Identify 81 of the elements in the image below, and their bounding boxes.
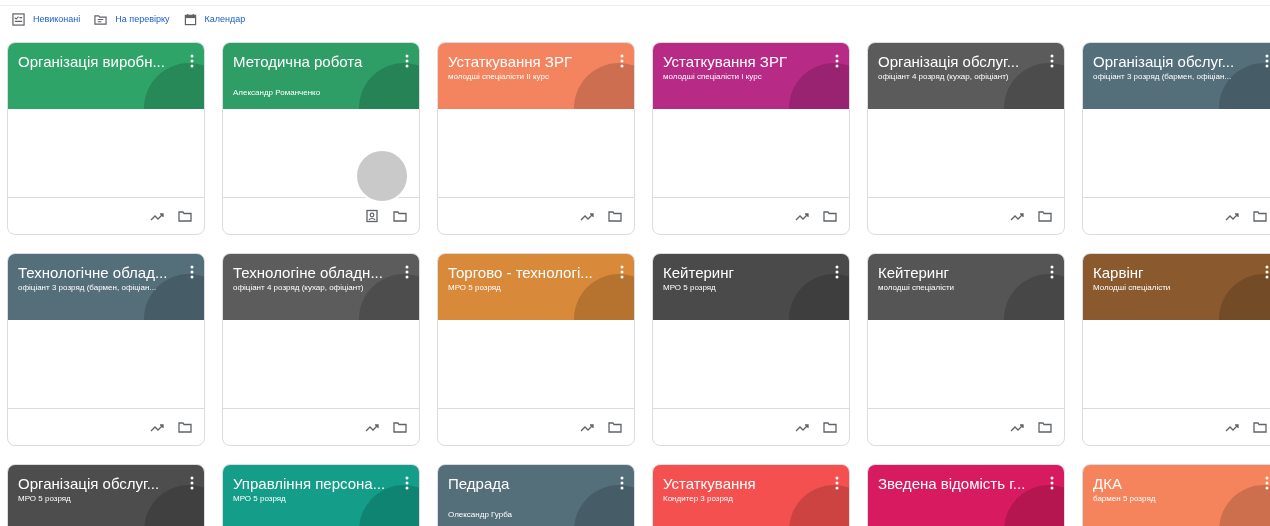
folder-icon[interactable]	[823, 420, 837, 434]
class-section: МРО 5 розряд	[663, 283, 716, 292]
class-section: Кондитер 3 розряд	[663, 494, 733, 503]
folder-icon[interactable]	[1253, 420, 1267, 434]
person-badge-icon[interactable]	[365, 209, 379, 223]
more-icon[interactable]	[1050, 265, 1054, 279]
class-title[interactable]: Кейтеринг	[663, 264, 734, 281]
class-section: Молодші спеціалісти	[1093, 283, 1171, 292]
more-icon[interactable]	[1265, 265, 1269, 279]
class-card[interactable]: Управління персона... МРО 5 розряд	[222, 464, 420, 526]
class-card[interactable]: Устаткування ЗРГ молодші спеціалісти І курс	[652, 42, 850, 235]
class-section: молодші спеціалісти	[878, 283, 955, 292]
class-card[interactable]: Педрада Олександр Гурба	[437, 464, 635, 526]
teacher-name: Олександр Гурба	[448, 510, 513, 519]
class-card[interactable]: Устаткування Кондитер 3 розряд	[652, 464, 850, 526]
class-card[interactable]: Організація обслуг... офіціант 3 розряд (бармен, офіціан...	[1082, 42, 1270, 235]
class-title[interactable]: Управління персона...	[233, 475, 386, 492]
more-icon[interactable]	[190, 476, 194, 490]
calendar-icon	[183, 12, 197, 26]
class-section: офіціант 4 розряд (кухар, офіціант)	[878, 72, 1009, 81]
class-card[interactable]: Кейтеринг молодші спеціалісти	[867, 253, 1065, 446]
folder-icon[interactable]	[1038, 420, 1052, 434]
class-title[interactable]: Організація обслуг...	[18, 475, 160, 492]
class-card[interactable]: Технологіне обладн... офіціант 4 розряд (кухар, офіціант)	[222, 253, 420, 446]
more-icon[interactable]	[405, 54, 409, 68]
class-card[interactable]: Організація виробн...	[7, 42, 205, 235]
class-section: МРО 5 розряд	[233, 494, 286, 503]
class-section: МРО 5 розряд	[18, 494, 71, 503]
more-icon[interactable]	[835, 476, 839, 490]
folder-icon[interactable]	[608, 420, 622, 434]
class-card[interactable]: Організація обслуг... МРО 5 розряд	[7, 464, 205, 526]
class-section: молодші спеціалісти ІІ курс	[448, 72, 549, 81]
nav-link[interactable]: Невиконані	[12, 12, 81, 26]
more-icon[interactable]	[835, 265, 839, 279]
more-icon[interactable]	[1050, 54, 1054, 68]
folder-icon[interactable]	[393, 420, 407, 434]
more-icon[interactable]	[1050, 476, 1054, 490]
folder-icon[interactable]	[1038, 209, 1052, 223]
nav-link[interactable]: На перевірку	[94, 12, 170, 26]
folder-icon[interactable]	[393, 209, 407, 223]
teacher-name: Александр Романченко	[233, 88, 321, 97]
class-card[interactable]: Карвінг Молодші спеціалісти	[1082, 253, 1270, 446]
class-section: офіціант 4 розряд (кухар, офіціант)	[233, 283, 364, 292]
folder-icon	[94, 12, 108, 26]
folder-icon[interactable]	[1253, 209, 1267, 223]
class-section: офіціант 3 розряд (бармен, офіціан...	[18, 283, 157, 292]
class-section: МРО 5 розряд	[448, 283, 501, 292]
class-title[interactable]: Організація обслуг...	[1093, 53, 1235, 70]
class-title[interactable]: Організація виробн...	[18, 53, 165, 70]
class-card[interactable]: Зведена відомість г...	[867, 464, 1065, 526]
class-title[interactable]: Карвінг	[1093, 264, 1144, 281]
folder-icon[interactable]	[608, 209, 622, 223]
class-title[interactable]: Устаткування ЗРГ	[663, 53, 788, 70]
folder-icon[interactable]	[178, 420, 192, 434]
class-title[interactable]: Організація обслуг...	[878, 53, 1020, 70]
class-title[interactable]: Кейтеринг	[878, 264, 949, 281]
class-title[interactable]: Зведена відомість г...	[878, 475, 1026, 492]
more-icon[interactable]	[405, 265, 409, 279]
checklist-icon	[12, 12, 25, 26]
nav-link[interactable]: Календар	[183, 12, 246, 26]
class-section: молодші спеціалісти І курс	[663, 72, 762, 81]
more-icon[interactable]	[405, 476, 409, 490]
class-card[interactable]: Кейтеринг МРО 5 розряд	[652, 253, 850, 446]
more-icon[interactable]	[190, 265, 194, 279]
more-icon[interactable]	[1265, 54, 1269, 68]
more-icon[interactable]	[620, 476, 624, 490]
class-card[interactable]: Організація обслуг... офіціант 4 розряд (кухар, офіціант)	[867, 42, 1065, 235]
folder-icon[interactable]	[823, 209, 837, 223]
class-section: бармен 5 розряд	[1093, 494, 1156, 503]
class-card[interactable]: Технологічне облад... офіціант 3 розряд (бармен, офіціан...	[7, 253, 205, 446]
class-card[interactable]: Методична робота Александр Романченко	[222, 42, 420, 235]
folder-icon[interactable]	[178, 209, 192, 223]
class-title[interactable]: Технологіне обладн...	[233, 264, 383, 281]
class-title[interactable]: Торгово - технологі...	[448, 264, 593, 281]
class-title[interactable]: Педрада	[448, 475, 510, 492]
class-title[interactable]: Технологічне облад...	[18, 264, 168, 281]
class-card[interactable]: Торгово - технологі... МРО 5 розряд	[437, 253, 635, 446]
class-title[interactable]: Устаткування	[663, 475, 756, 492]
class-section: офіціант 3 розряд (бармен, офіціан...	[1093, 72, 1232, 81]
more-icon[interactable]	[835, 54, 839, 68]
class-title[interactable]: Методична робота	[233, 53, 363, 70]
